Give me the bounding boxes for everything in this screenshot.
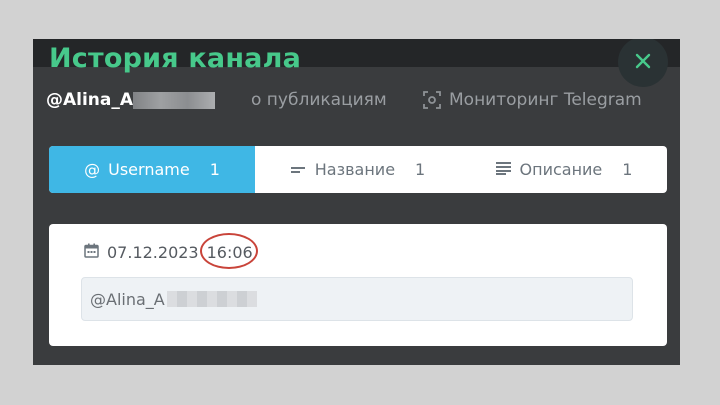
publications-link[interactable]: о публикациям: [251, 90, 387, 110]
monitoring-link[interactable]: Мониторинг Telegram: [423, 90, 642, 110]
entry-value-field: @Alina_A: [81, 277, 633, 321]
annotation-circle: [199, 233, 258, 269]
entry-date-row: 07.12.2023 16:06: [84, 233, 258, 269]
channel-history-modal: История канала @Alina_A о публикациям Мо…: [33, 39, 680, 365]
history-tabs: @ Username 1 Название 1 Описание 1: [49, 146, 667, 193]
tab-description-label: Описание: [519, 160, 603, 179]
tab-title-count: 1: [415, 160, 426, 179]
at-icon: @: [84, 160, 101, 179]
tab-username[interactable]: @ Username 1: [49, 146, 255, 193]
owner-handle: @Alina_A: [46, 90, 134, 110]
close-icon: [635, 53, 651, 72]
tab-description-count: 1: [622, 160, 633, 179]
redacted-value-blur: [166, 291, 257, 307]
tab-title[interactable]: Название 1: [255, 146, 461, 193]
history-entry-card: 07.12.2023 16:06 @Alina_A: [49, 224, 667, 346]
close-button[interactable]: [618, 39, 668, 87]
scan-icon: [423, 91, 441, 109]
title-lines-icon: [290, 160, 307, 179]
tab-username-count: 1: [209, 160, 220, 179]
text-lines-icon: [495, 160, 512, 179]
entry-date: 07.12.2023: [107, 243, 199, 262]
modal-title: История канала: [49, 43, 301, 74]
channel-owner: @Alina_A: [46, 90, 216, 110]
tab-username-label: Username: [108, 160, 190, 179]
entry-time-highlight: 16:06: [199, 233, 258, 269]
entry-value: @Alina_A: [90, 289, 165, 309]
monitoring-label: Мониторинг Telegram: [449, 90, 642, 110]
redacted-handle-blur: [133, 91, 216, 109]
channel-subheader: @Alina_A о публикациям Мониторинг Telegr…: [33, 90, 680, 114]
tab-title-label: Название: [314, 160, 396, 179]
tab-description[interactable]: Описание 1: [461, 146, 667, 193]
calendar-icon: [84, 243, 99, 262]
